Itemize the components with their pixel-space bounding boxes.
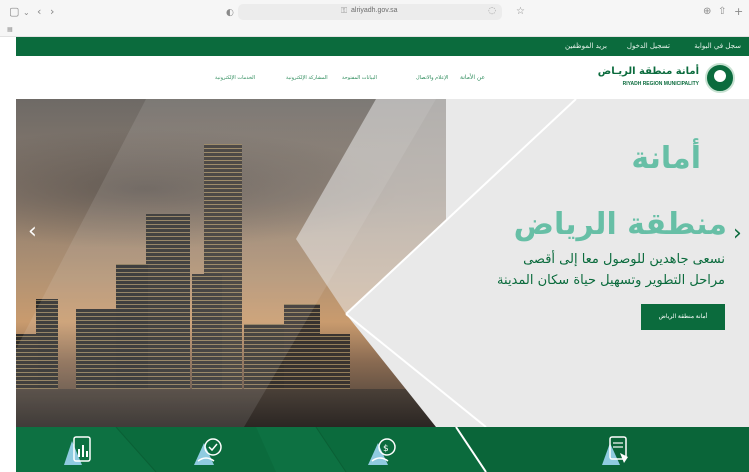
hero-subtitle-line2: مراحل التطوير وتسهيل حياة سكان المدينة (497, 273, 725, 288)
address-bar[interactable]: ⚿ alriyadh.gov.sa ◌ (238, 4, 502, 20)
logo-english-text: RIYADH REGION MUNICIPALITY (622, 81, 699, 87)
nav-item-about[interactable]: عن الأمانة (460, 74, 485, 81)
service-reports-icon[interactable] (62, 433, 96, 467)
hero-title-line2: منطقة الرياض (513, 207, 727, 242)
login-link[interactable]: تسجيل الدخول (627, 42, 670, 50)
url-text: alriyadh.gov.sa (351, 7, 398, 14)
tab-overview-icon[interactable]: ▦ (7, 26, 13, 33)
service-document-icon[interactable] (600, 433, 634, 467)
utility-bar: سجل في البوابة تسجيل الدخول بريد الموظفي… (16, 37, 749, 56)
bookmark-star-icon[interactable]: ☆ (516, 6, 525, 18)
hero-slider: أمانة منطقة الرياض نسعى جاهدين للوصول مع… (16, 99, 749, 427)
hero-title-line1: أمانة (631, 141, 701, 176)
prev-slide-arrow-icon[interactable]: ‹ (28, 221, 37, 243)
service-approval-icon[interactable] (192, 433, 226, 467)
forward-icon[interactable]: › (50, 6, 54, 18)
hero-subtitle-line1: نسعى جاهدين للوصول معا إلى أقصى (523, 252, 725, 267)
hero-cta-button[interactable]: أمانة منطقة الرياض (641, 304, 725, 330)
lock-icon: ⚿ (341, 6, 348, 15)
staff-mail-link[interactable]: بريد الموظفين (565, 42, 607, 50)
nav-item-e-participation[interactable]: المشاركة الإلكترونية (286, 75, 328, 81)
service-payment-icon[interactable]: $ (366, 433, 400, 467)
main-nav: أمانة منطقة الريـاض RIYADH REGION MUNICI… (16, 56, 749, 99)
site-logo[interactable]: أمانة منطقة الريـاض RIYADH REGION MUNICI… (598, 63, 735, 93)
shield-icon[interactable]: ◐ (226, 7, 234, 19)
download-icon[interactable]: ⊕ (703, 6, 711, 18)
back-icon[interactable]: ‹ (37, 6, 41, 18)
share-icon[interactable]: ⇧ (718, 6, 726, 18)
municipality-emblem-icon (705, 63, 735, 93)
nav-item-e-services[interactable]: الخدمات الإلكترونية (215, 75, 255, 81)
next-slide-arrow-icon[interactable]: › (733, 223, 742, 245)
portal-register-link[interactable]: سجل في البوابة (694, 42, 741, 50)
logo-arabic-text: أمانة منطقة الريـاض (597, 66, 699, 77)
services-strip: $ (16, 427, 749, 472)
svg-text:$: $ (383, 444, 389, 454)
nav-item-media[interactable]: الإعلام والاتصال (416, 75, 448, 81)
browser-toolbar: ▢ ⌄ ‹ › ◐ ⚿ alriyadh.gov.sa ◌ ☆ ⊕ ⇧ + ▦ (0, 0, 749, 37)
sidebar-icon[interactable]: ▢ (9, 6, 19, 18)
page: ▢ ⌄ ‹ › ◐ ⚿ alriyadh.gov.sa ◌ ☆ ⊕ ⇧ + ▦ … (0, 0, 749, 472)
chevron-down-icon[interactable]: ⌄ (23, 7, 30, 19)
new-tab-icon[interactable]: + (734, 6, 743, 18)
reader-icon[interactable]: ◌ (488, 6, 496, 16)
nav-item-open-data[interactable]: البيانات المفتوحة (342, 75, 377, 81)
